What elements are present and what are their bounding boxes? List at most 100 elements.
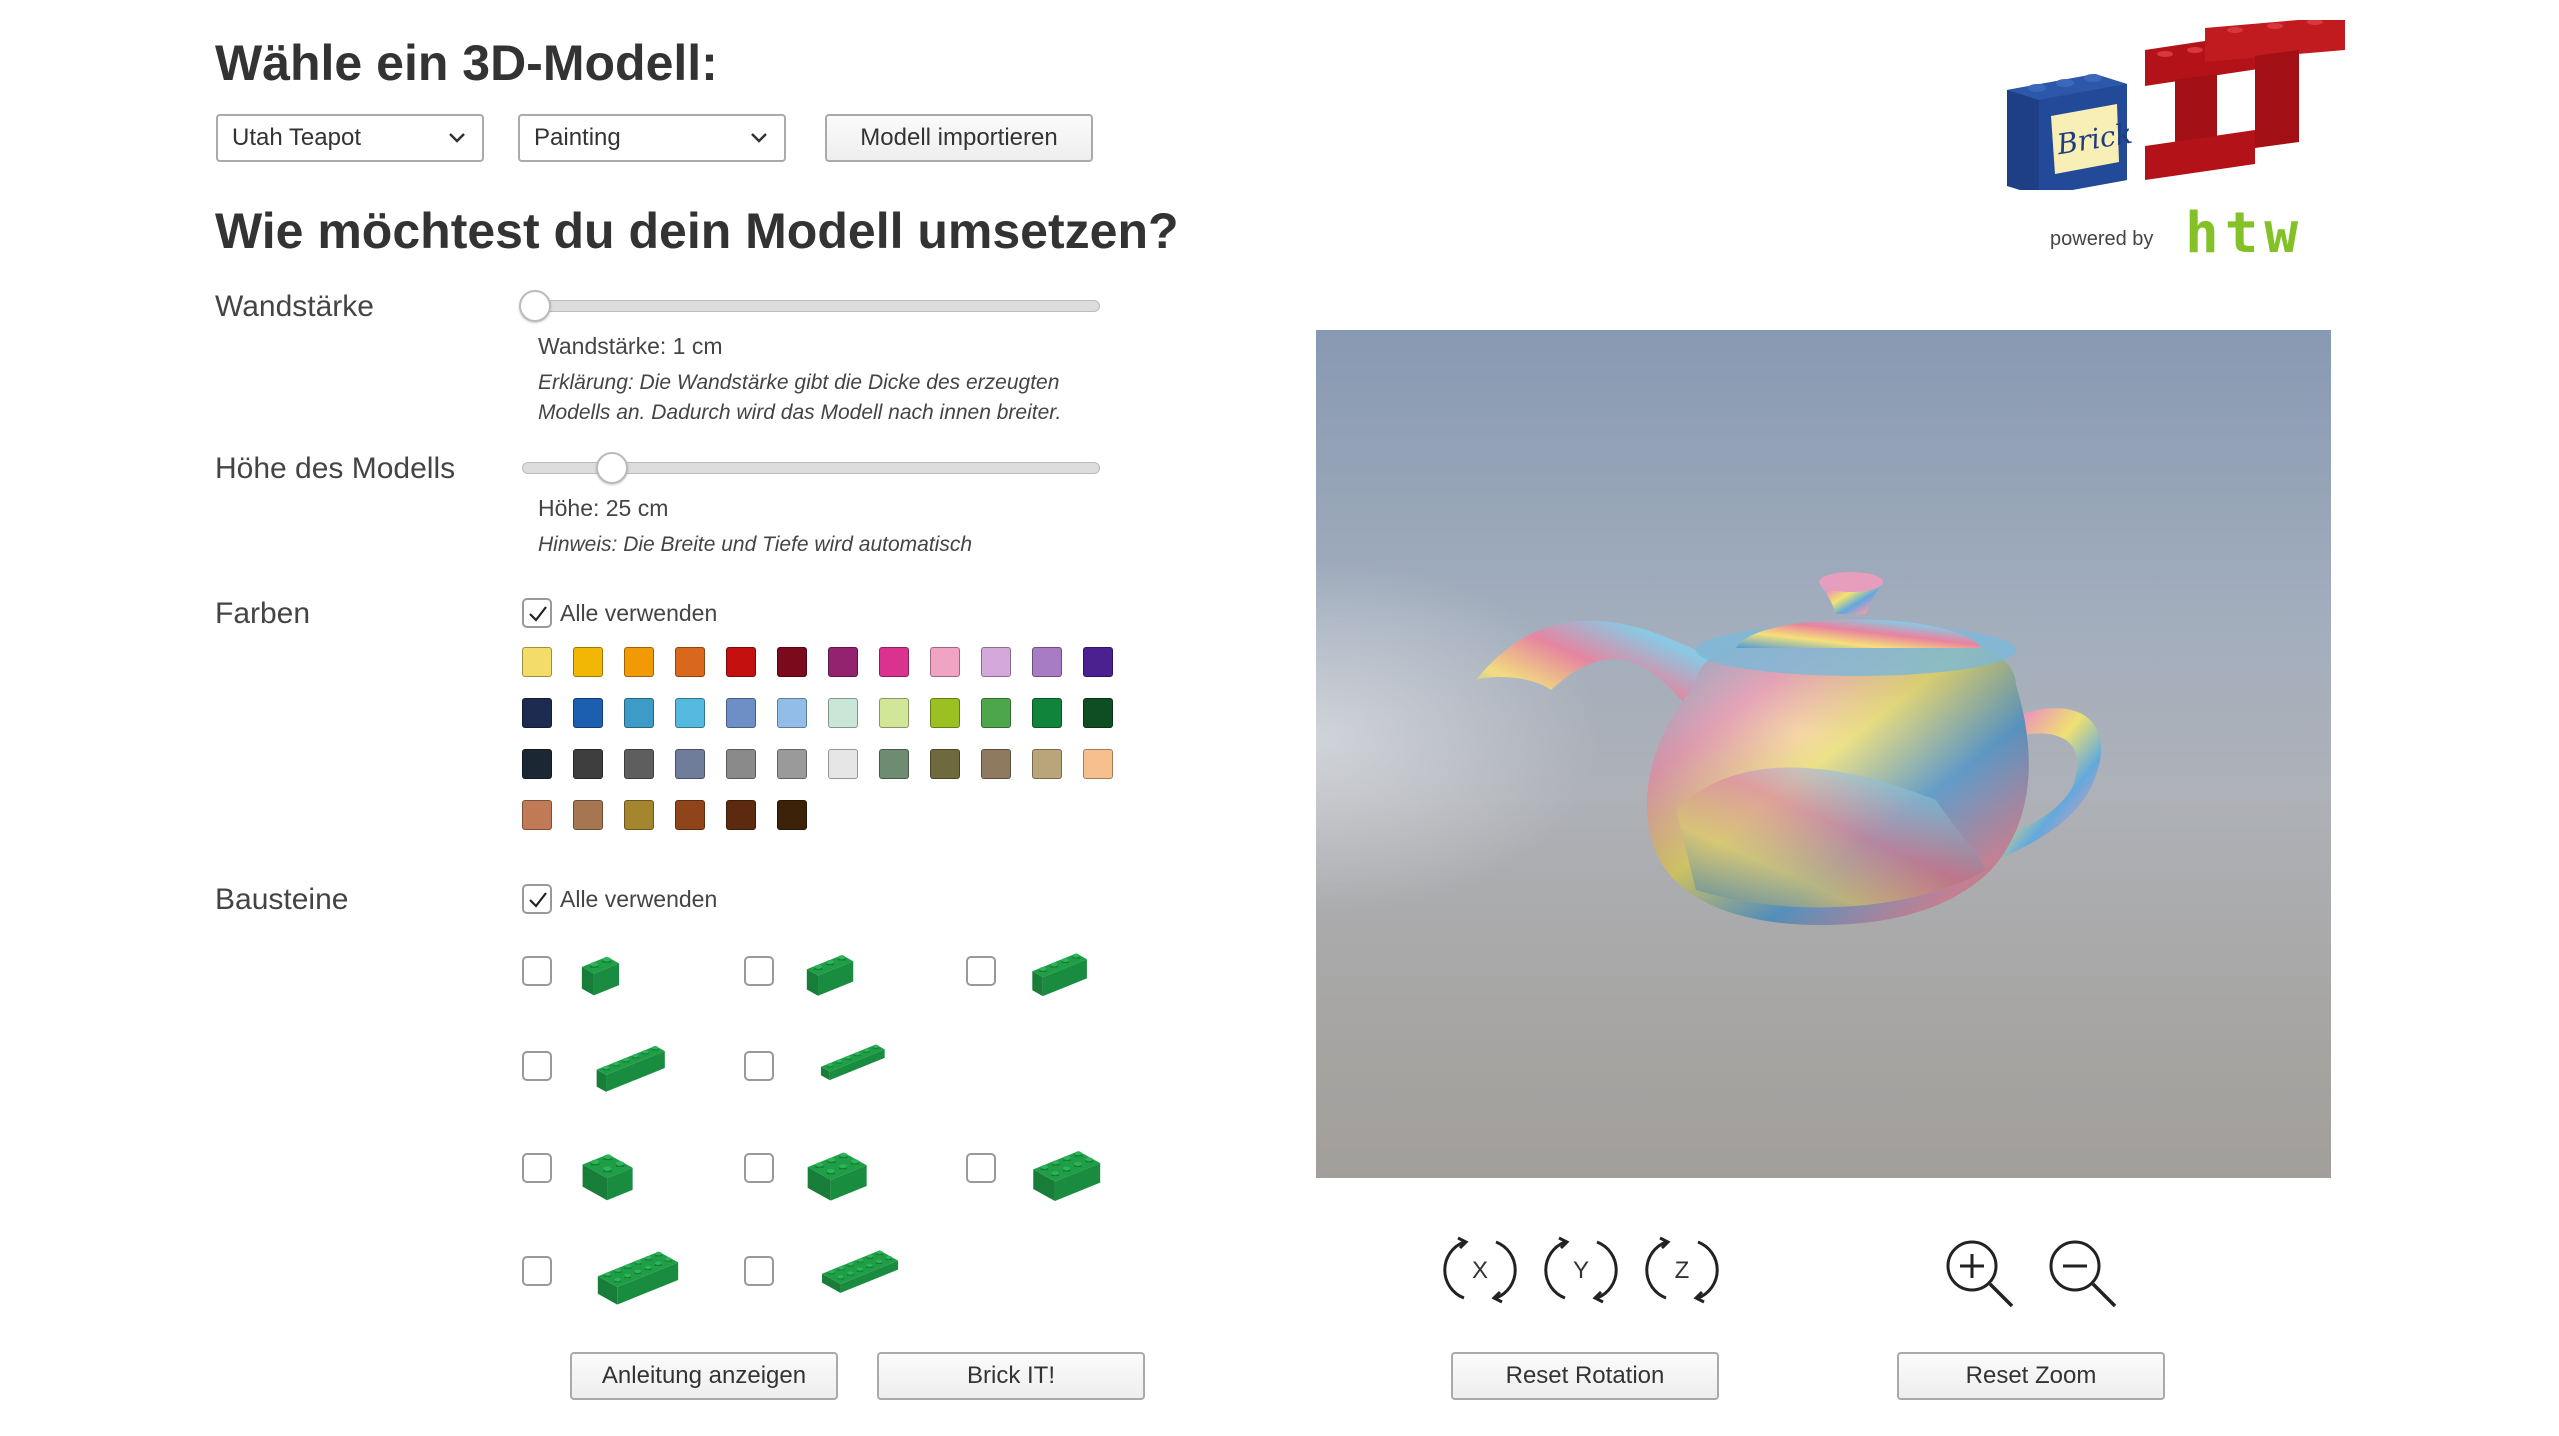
color-swatch[interactable] <box>573 800 603 830</box>
model-height-value: Höhe: 25 cm <box>538 495 669 521</box>
color-swatch[interactable] <box>930 749 960 779</box>
brick-2x3-checkbox[interactable] <box>744 1153 774 1183</box>
zoom-out-icon <box>2049 1240 2117 1308</box>
model-height-slider-thumb[interactable] <box>596 452 628 484</box>
bricks-label: Bausteine <box>215 883 349 916</box>
color-swatch[interactable] <box>675 800 705 830</box>
color-swatch[interactable] <box>624 749 654 779</box>
wall-note-line2: Modells an. Dadurch wird das Modell nach… <box>538 401 1062 424</box>
color-swatch[interactable] <box>828 749 858 779</box>
3d-viewer[interactable] <box>1316 330 2331 1178</box>
wall-thickness-value: Wandstärke: 1 cm <box>538 333 723 359</box>
plate-1x6-checkbox[interactable] <box>744 1051 774 1081</box>
color-swatch[interactable] <box>522 749 552 779</box>
show-instructions-button[interactable]: Anleitung anzeigen <box>570 1352 838 1400</box>
brick-1x3-checkbox[interactable] <box>744 956 774 986</box>
color-swatch[interactable] <box>726 698 756 728</box>
brick-1x3-icon <box>794 930 868 1007</box>
reset-zoom-button[interactable]: Reset Zoom <box>1897 1352 2165 1400</box>
rotate-x-icon: X <box>1443 1236 1517 1304</box>
page-title: Wähle ein 3D-Modell: <box>215 35 718 91</box>
color-swatch[interactable] <box>675 647 705 677</box>
model-select[interactable]: Utah Teapot <box>216 114 484 162</box>
brick-1x2-checkbox[interactable] <box>522 956 552 986</box>
color-swatch[interactable] <box>879 698 909 728</box>
texture-select[interactable]: Painting <box>518 114 786 162</box>
colors-label: Farben <box>215 597 311 630</box>
plate-2x6-checkbox[interactable] <box>744 1256 774 1286</box>
color-swatch[interactable] <box>1032 647 1062 677</box>
color-swatch[interactable] <box>1032 698 1062 728</box>
color-swatch[interactable] <box>828 647 858 677</box>
logo-graphic: Brick <box>2007 16 2345 196</box>
color-swatch[interactable] <box>573 647 603 677</box>
zoom-in-button[interactable] <box>1942 1236 2018 1317</box>
brick-1x2-icon <box>572 930 631 1007</box>
model-height-label: Höhe des Modells <box>215 452 456 485</box>
color-swatch[interactable] <box>930 698 960 728</box>
model-height-note: Hinweis: Die Breite und Tiefe wird autom… <box>538 533 972 556</box>
brick-it-logo: Brick IT <box>1995 16 2355 196</box>
color-swatch[interactable] <box>777 647 807 677</box>
color-swatch[interactable] <box>981 698 1011 728</box>
bricks-all-checkbox[interactable] <box>522 884 552 914</box>
color-swatch[interactable] <box>624 698 654 728</box>
colors-all-checkbox[interactable] <box>522 598 552 628</box>
color-swatch[interactable] <box>726 749 756 779</box>
color-swatch[interactable] <box>777 800 807 830</box>
brick-2x6-checkbox[interactable] <box>522 1256 552 1286</box>
model-select-value: Utah Teapot <box>232 124 361 151</box>
color-swatch[interactable] <box>981 647 1011 677</box>
color-swatch[interactable] <box>675 698 705 728</box>
wall-thickness-label: Wandstärke <box>215 290 374 323</box>
chevron-down-icon <box>449 133 465 143</box>
wall-thickness-slider-thumb[interactable] <box>519 290 551 322</box>
brick-1x6-icon <box>572 1025 691 1102</box>
color-swatch[interactable] <box>1083 749 1113 779</box>
brick-1x4-checkbox[interactable] <box>966 956 996 986</box>
color-swatch[interactable] <box>981 749 1011 779</box>
plate-1x6-icon <box>794 1025 913 1090</box>
wall-thickness-slider[interactable] <box>519 290 1100 322</box>
model-height-slider[interactable] <box>522 452 1100 484</box>
bricks-all-label: Alle verwenden <box>560 886 718 912</box>
color-swatch[interactable] <box>624 800 654 830</box>
color-swatch[interactable] <box>879 647 909 677</box>
brick-2x2-checkbox[interactable] <box>522 1153 552 1183</box>
color-swatch[interactable] <box>522 698 552 728</box>
color-swatch[interactable] <box>828 698 858 728</box>
brick-it-button[interactable]: Brick IT! <box>877 1352 1145 1400</box>
color-swatch[interactable] <box>1083 698 1113 728</box>
color-swatch[interactable] <box>930 647 960 677</box>
color-swatch[interactable] <box>1032 749 1062 779</box>
color-swatch[interactable] <box>777 749 807 779</box>
reset-rotation-button[interactable]: Reset Rotation <box>1451 1352 1719 1400</box>
rotate-z-button[interactable]: Z <box>1644 1232 1720 1313</box>
brick-1x4-icon <box>1016 930 1105 1007</box>
check-icon <box>529 606 547 622</box>
brick-1x6-checkbox[interactable] <box>522 1051 552 1081</box>
chevron-down-icon <box>751 133 767 143</box>
brick-2x4-icon <box>1016 1127 1119 1212</box>
color-swatch[interactable] <box>1083 647 1113 677</box>
rotate-y-label: Y <box>1573 1257 1589 1284</box>
color-swatch[interactable] <box>879 749 909 779</box>
color-swatch[interactable] <box>726 647 756 677</box>
color-swatch[interactable] <box>573 698 603 728</box>
rotate-y-button[interactable]: Y <box>1543 1232 1619 1313</box>
color-swatch[interactable] <box>522 647 552 677</box>
zoom-out-button[interactable] <box>2045 1236 2121 1317</box>
color-swatch[interactable] <box>726 800 756 830</box>
color-swatch[interactable] <box>573 749 603 779</box>
rotate-x-button[interactable]: X <box>1442 1232 1518 1313</box>
color-swatch[interactable] <box>675 749 705 779</box>
teapot-model <box>1476 572 2102 925</box>
texture-select-value: Painting <box>534 124 621 151</box>
color-swatch[interactable] <box>624 647 654 677</box>
brick-2x4-checkbox[interactable] <box>966 1153 996 1183</box>
rotate-x-label: X <box>1472 1257 1488 1284</box>
color-swatch[interactable] <box>777 698 807 728</box>
color-swatch[interactable] <box>522 800 552 830</box>
wall-thickness-note: Erklärung: Die Wandstärke gibt die Dicke… <box>538 368 1061 428</box>
import-model-button[interactable]: Modell importieren <box>825 114 1093 162</box>
